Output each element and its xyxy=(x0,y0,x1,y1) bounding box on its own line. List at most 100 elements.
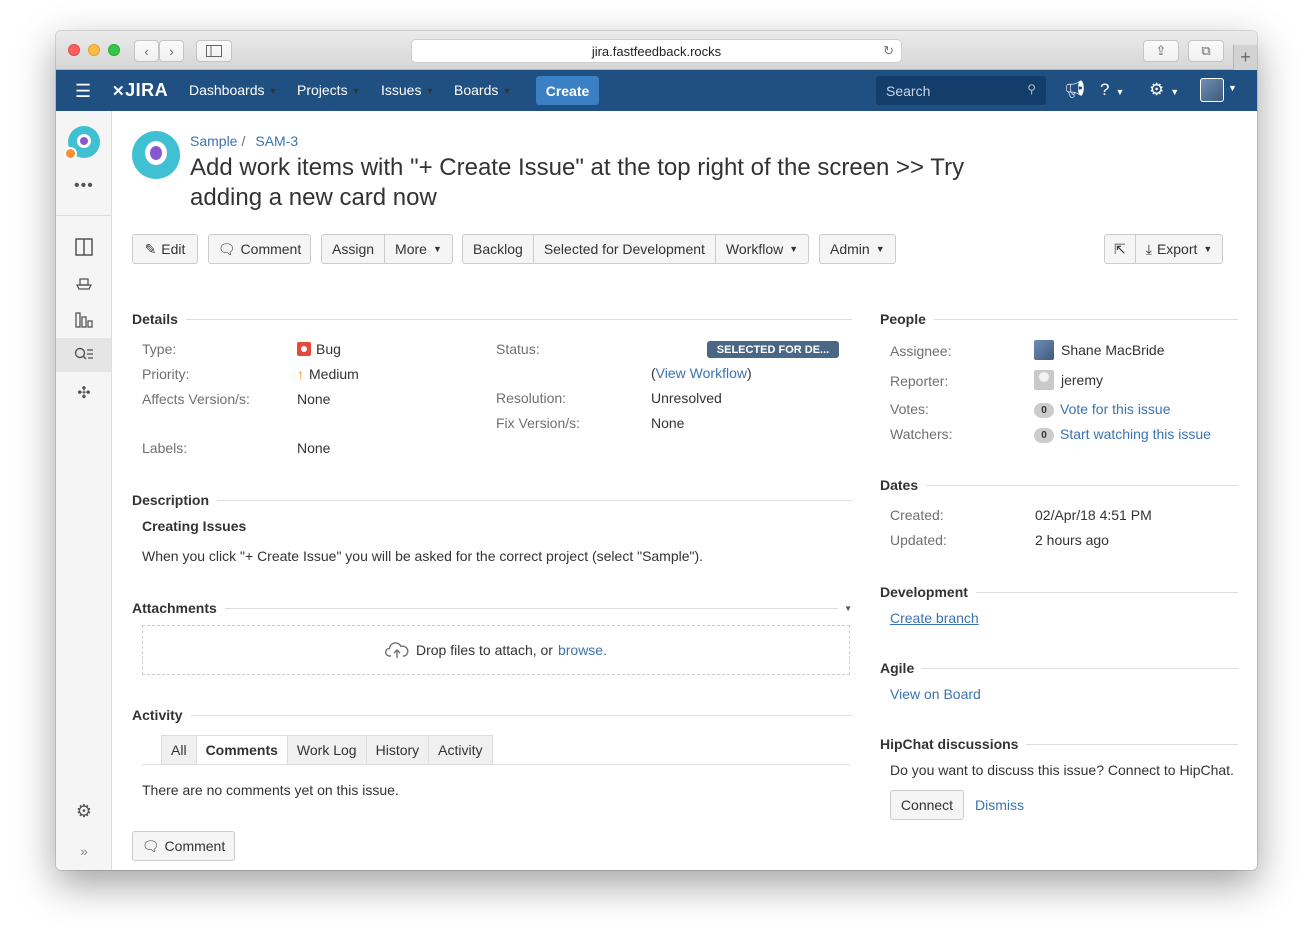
jira-logo[interactable]: ✕JIRA xyxy=(112,80,168,101)
nav-projects[interactable]: Projects ▼ xyxy=(297,82,361,98)
zoom-window-button[interactable] xyxy=(108,44,120,56)
nav-issues[interactable]: Issues ▼ xyxy=(381,82,434,98)
chevron-down-icon[interactable]: ▼ xyxy=(1228,83,1237,93)
vote-link[interactable]: Vote for this issue xyxy=(1060,401,1171,417)
sidebar-toggle-button[interactable] xyxy=(196,40,232,62)
tab-all[interactable]: All xyxy=(161,735,197,765)
project-sidebar: ••• ✣ ⚙ » xyxy=(56,111,112,870)
plus-icon: + xyxy=(1240,47,1251,67)
board-icon[interactable] xyxy=(74,237,94,257)
view-workflow-link[interactable]: View Workflow xyxy=(656,365,747,381)
add-comment-button[interactable]: 🗨︎ Comment xyxy=(132,831,235,861)
menu-icon[interactable]: ☰ xyxy=(75,81,91,102)
status-label: Status: xyxy=(496,341,540,357)
selected-for-development-button[interactable]: Selected for Development xyxy=(534,235,716,263)
back-icon: ‹ xyxy=(144,43,149,59)
reload-icon[interactable]: ↻ xyxy=(883,43,894,59)
gear-icon[interactable]: ⚙ xyxy=(74,801,94,821)
backlog-button[interactable]: Backlog xyxy=(463,235,534,263)
labels-label: Labels: xyxy=(142,440,188,456)
chevron-down-icon: ▼ xyxy=(351,86,361,96)
pencil-icon: ✎ xyxy=(144,240,157,257)
issues-search-icon[interactable] xyxy=(56,338,111,372)
back-button[interactable]: ‹ xyxy=(134,40,159,62)
chevron-down-icon: ▼ xyxy=(875,244,885,254)
breadcrumb-separator: / xyxy=(241,133,246,149)
description-text: When you click "+ Create Issue" you will… xyxy=(142,548,704,564)
more-button[interactable]: More ▼ xyxy=(385,235,452,263)
assignee-value[interactable]: Shane MacBride xyxy=(1034,340,1165,360)
browser-window: ‹ › jira.fastfeedback.rocks ↻ ⇪ ⧉ + ☰ ✕J… xyxy=(56,31,1257,870)
share-button[interactable]: ⇱ xyxy=(1105,235,1136,263)
new-tab-button[interactable]: + xyxy=(1233,45,1257,70)
chevron-down-icon: ▼ xyxy=(502,86,512,96)
comment-button[interactable]: 🗨︎ Comment xyxy=(208,234,311,264)
megaphone-icon[interactable]: 📢︎ xyxy=(1064,80,1086,100)
export-button[interactable]: ⤓ Export ▼ xyxy=(1136,235,1223,263)
chevron-down-icon[interactable]: ▼ xyxy=(844,604,852,613)
breadcrumb: Sample / SAM-3 xyxy=(190,133,298,149)
drop-text: Drop files to attach, or xyxy=(416,642,553,658)
view-on-board-link[interactable]: View on Board xyxy=(890,686,981,702)
votes-count: 0 xyxy=(1034,403,1054,418)
comment-icon: 🗨︎ xyxy=(141,837,160,854)
create-branch-link[interactable]: Create branch xyxy=(890,610,979,626)
user-avatar[interactable] xyxy=(1200,78,1224,102)
tabs-overview-button[interactable]: ⧉ xyxy=(1188,40,1224,62)
sidebar-icon xyxy=(206,45,222,57)
browse-link[interactable]: browse. xyxy=(558,642,607,658)
more-icon[interactable]: ••• xyxy=(74,177,94,195)
search-input[interactable]: Search ⚲ xyxy=(876,76,1046,105)
nav-boards[interactable]: Boards ▼ xyxy=(454,82,511,98)
help-icon[interactable]: ? ▼ xyxy=(1100,80,1124,100)
watch-link[interactable]: Start watching this issue xyxy=(1060,426,1211,442)
tab-history[interactable]: History xyxy=(366,735,430,765)
type-label: Type: xyxy=(142,341,177,357)
workflow-button[interactable]: Workflow ▼ xyxy=(716,235,808,263)
created-label: Created: xyxy=(890,507,944,523)
breadcrumb-project[interactable]: Sample xyxy=(190,133,237,149)
watchers-count: 0 xyxy=(1034,428,1054,443)
chevron-down-icon: ▼ xyxy=(432,244,442,254)
tab-work-log[interactable]: Work Log xyxy=(287,735,367,765)
forward-icon: › xyxy=(169,43,174,59)
browser-toolbar: ‹ › jira.fastfeedback.rocks ↻ ⇪ ⧉ + xyxy=(56,31,1257,70)
assign-button[interactable]: Assign xyxy=(322,235,386,263)
tabs-icon: ⧉ xyxy=(1201,43,1211,58)
connect-button[interactable]: Connect xyxy=(890,790,964,820)
reports-icon[interactable] xyxy=(74,310,94,330)
tab-comments[interactable]: Comments xyxy=(196,735,288,765)
address-bar[interactable]: jira.fastfeedback.rocks ↻ xyxy=(411,39,902,63)
view-workflow: (View Workflow) xyxy=(651,365,752,381)
activity-heading: Activity xyxy=(132,707,852,723)
activity-tabs: All Comments Work Log History Activity xyxy=(161,735,493,765)
search-placeholder: Search xyxy=(886,82,931,99)
minimize-window-button[interactable] xyxy=(88,44,100,56)
assignee-label: Assignee: xyxy=(890,343,952,359)
breadcrumb-issue-key[interactable]: SAM-3 xyxy=(255,133,298,149)
chevron-down-icon: ▼ xyxy=(425,86,435,96)
forward-button[interactable]: › xyxy=(159,40,184,62)
share-button[interactable]: ⇪ xyxy=(1143,40,1179,62)
chevron-down-icon: ▼ xyxy=(789,244,799,254)
create-button[interactable]: Create xyxy=(536,76,599,105)
project-avatar[interactable] xyxy=(132,131,180,179)
gear-icon[interactable]: ⚙ ▼ xyxy=(1149,80,1179,100)
dismiss-link[interactable]: Dismiss xyxy=(975,797,1024,813)
attachment-dropzone[interactable]: Drop files to attach, or browse. xyxy=(142,625,850,675)
tab-activity[interactable]: Activity xyxy=(429,735,493,765)
labels-value[interactable]: None xyxy=(297,440,330,456)
expand-sidebar-icon[interactable]: » xyxy=(74,841,94,861)
share-icon: ⇱ xyxy=(1114,240,1126,257)
fix-version-value: None xyxy=(651,415,685,431)
attachments-heading: Attachments ▼ xyxy=(132,600,852,616)
nav-dashboards[interactable]: Dashboards ▼ xyxy=(189,82,277,98)
edit-button[interactable]: ✎ Edit xyxy=(132,234,198,264)
admin-button[interactable]: Admin ▼ xyxy=(820,235,895,263)
share-export-group: ⇱ ⤓ Export ▼ xyxy=(1104,234,1224,264)
watchers-label: Watchers: xyxy=(890,426,953,442)
reporter-value[interactable]: jeremy xyxy=(1034,370,1103,390)
ship-icon[interactable] xyxy=(74,273,94,293)
close-window-button[interactable] xyxy=(68,44,80,56)
puzzle-icon[interactable]: ✣ xyxy=(74,383,94,403)
